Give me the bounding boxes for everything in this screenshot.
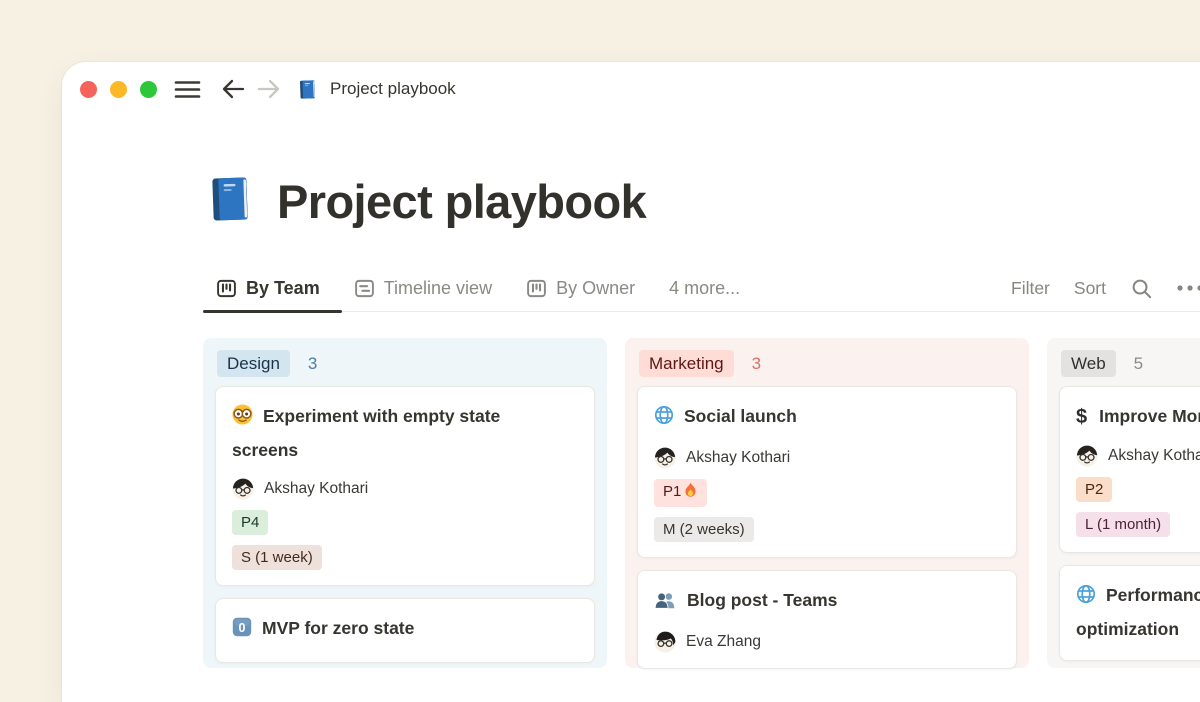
column-header: Marketing 3 [637,348,1017,386]
board-view-icon [526,278,547,299]
column-header: Design 3 [215,348,595,386]
avatar-akshay-kothari [232,478,254,500]
assignee-name: Akshay Kothari [1108,447,1200,465]
size-tag: S (1 week) [232,545,322,570]
back-arrow-icon[interactable] [221,78,246,100]
priority-tag: P4 [232,510,268,535]
avatar-eva-zhang [654,631,676,653]
window-titlebar: Project playbook [62,62,1200,116]
board-column-design: Design 3 Experiment with empty state scr… [203,338,607,668]
zoom-window-button[interactable] [140,81,157,98]
titlebar-page-title[interactable]: Project playbook [330,79,456,99]
tab-by-owner[interactable]: By Owner [526,278,635,299]
board-column-marketing: Marketing 3 Social launch Akshay Kothari… [625,338,1029,668]
assignee-name: Eva Zhang [686,633,761,651]
page-header: Project playbook [203,172,1200,231]
avatar-akshay-kothari [1076,445,1098,467]
kanban-card[interactable]: Social launch Akshay Kothari P1 M (2 wee… [637,386,1017,558]
minimize-window-button[interactable] [110,81,127,98]
column-tag-web[interactable]: Web [1061,350,1116,377]
tab-label: By Owner [556,278,635,299]
blue-book-icon [296,78,319,101]
timeline-view-icon [354,278,375,299]
assignee-name: Akshay Kothari [686,449,790,467]
assignee-row: Akshay Kothari [232,478,578,500]
tab-more-views[interactable]: 4 more... [669,278,740,299]
menu-icon[interactable] [174,79,201,100]
card-title: Experiment with empty state screens [232,401,578,466]
tab-label: Timeline view [384,278,492,299]
column-header: Web 5 [1059,348,1200,386]
ellipsis-icon[interactable] [1177,285,1200,291]
card-title: Social launch [654,401,1000,435]
filter-button[interactable]: Filter [1011,278,1050,299]
avatar-akshay-kothari [654,447,676,469]
column-tag-design[interactable]: Design [217,350,290,377]
page-title[interactable]: Project playbook [277,174,646,229]
busts-icon [654,588,677,619]
column-count: 3 [752,354,761,374]
kanban-card[interactable]: Experiment with empty state screens Aksh… [215,386,595,586]
active-tab-underline [203,310,342,314]
globe-icon [1076,583,1096,614]
size-tag: L (1 month) [1076,512,1170,537]
traffic-lights [80,81,157,98]
priority-tag: P2 [1076,477,1112,502]
assignee-row: Eva Zhang [654,631,1000,653]
app-window: Project playbook Project playbook By Tea… [62,62,1200,702]
size-tag: M (2 weeks) [654,517,754,542]
kanban-card[interactable]: Blog post - Teams Eva Zhang [637,570,1017,669]
column-count: 3 [308,354,317,374]
column-tag-marketing[interactable]: Marketing [639,350,734,377]
kanban-board: Design 3 Experiment with empty state scr… [203,338,1200,668]
card-title: 0 MVP for zero state [232,613,578,647]
tab-label: 4 more... [669,278,740,299]
page-title-book-icon[interactable] [203,172,257,231]
card-title: $Improve Monetization [1076,401,1200,433]
assignee-name: Akshay Kothari [264,480,368,498]
tab-timeline-view[interactable]: Timeline view [354,278,492,299]
close-window-button[interactable] [80,81,97,98]
view-tabs-bar: By Team Timeline view By Owner 4 more...… [203,265,1200,312]
priority-tag: P1 [654,479,707,507]
globe-icon [654,404,674,435]
kanban-card[interactable]: Performance optimization [1059,565,1200,661]
assignee-row: Akshay Kothari [1076,445,1200,467]
board-column-web: Web 5 $Improve Monetization Akshay Kotha… [1047,338,1200,668]
svg-text:0: 0 [239,621,246,635]
forward-arrow-icon[interactable] [256,78,281,100]
fire-icon [683,482,698,505]
column-count: 5 [1134,354,1143,374]
sort-button[interactable]: Sort [1074,278,1106,299]
board-view-icon [216,278,237,299]
card-title: Performance optimization [1076,580,1200,645]
tab-label: By Team [246,278,320,299]
dollar-icon: $ [1076,406,1087,428]
keycap-zero-icon: 0 [232,616,252,647]
tab-by-team[interactable]: By Team [216,278,320,299]
card-title: Blog post - Teams [654,585,1000,619]
nerd-face-icon [232,404,253,435]
magnifier-icon[interactable] [1130,277,1153,300]
assignee-row: Akshay Kothari [654,447,1000,469]
kanban-card[interactable]: 0 MVP for zero state [215,598,595,663]
kanban-card[interactable]: $Improve Monetization Akshay Kothari P2 … [1059,386,1200,553]
